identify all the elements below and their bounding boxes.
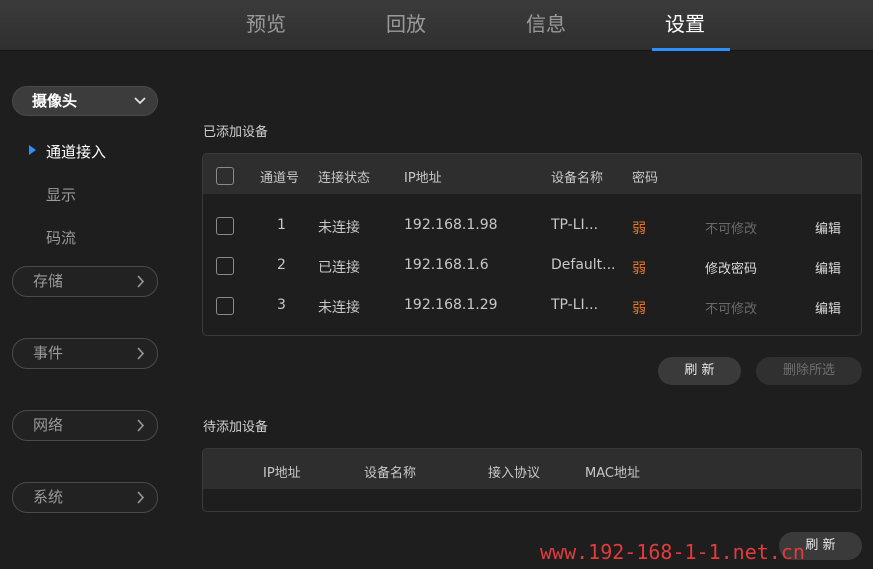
refresh-button[interactable]: 刷 新 [658,357,741,385]
row-ip: 192.168.1.29 [404,297,498,313]
row-channel: 1 [277,217,286,233]
row-checkbox[interactable] [216,217,234,235]
sidebar-item-channel-access[interactable]: 通道接入 [46,141,106,162]
added-devices-table: 通道号 连接状态 IP地址 设备名称 密码 1 未连接 192.168.1.98… [202,153,862,336]
chevron-down-icon [133,87,147,126]
table-row: 3 未连接 192.168.1.29 TP-LI... 弱 不可修改 编辑 [203,286,861,326]
pending-devices-title: 待添加设备 [203,420,269,435]
top-nav: 预览 回放 信息 设置 [0,0,873,51]
chevron-right-icon [135,411,145,451]
row-password-strength: 弱 [632,301,646,317]
sidebar-group-label: 系统 [33,488,64,506]
table-header: IP地址 设备名称 接入协议 MAC地址 [203,449,861,489]
row-channel: 3 [277,297,286,313]
header-mac: MAC地址 [585,466,640,481]
watermark: www.192-168-1-1.net.cn [540,540,805,564]
tab-playback[interactable]: 回放 [361,0,451,51]
row-password-strength: 弱 [632,221,646,237]
header-device-name: 设备名称 [551,171,604,186]
chevron-right-icon [135,339,145,379]
camera-dropdown[interactable]: 摄像头 [12,86,158,116]
table-row: 2 已连接 192.168.1.6 Default... 弱 修改密码 编辑 [203,246,861,286]
row-device-name: TP-LI... [551,217,599,233]
tab-info[interactable]: 信息 [501,0,591,51]
sidebar-group-network[interactable]: 网络 [12,410,158,441]
header-device-name: 设备名称 [364,466,417,481]
row-change-password: 不可修改 [705,222,758,237]
camera-dropdown-label: 摄像头 [32,92,78,110]
row-edit-link[interactable]: 编辑 [815,258,841,277]
row-change-password[interactable]: 修改密码 [705,258,757,277]
sidebar-group-events[interactable]: 事件 [12,338,158,369]
row-ip: 192.168.1.6 [404,257,489,273]
row-change-password: 不可修改 [705,302,758,317]
delete-selected-button[interactable]: 删除所选 [756,357,862,385]
row-status: 未连接 [318,220,360,236]
active-indicator-icon [29,145,36,155]
header-status: 连接状态 [318,171,371,186]
sidebar-group-storage[interactable]: 存储 [12,266,158,297]
row-device-name: TP-LI... [551,297,599,313]
row-checkbox[interactable] [216,257,234,275]
header-password: 密码 [632,171,659,186]
pending-devices-table: IP地址 设备名称 接入协议 MAC地址 [202,448,862,512]
sidebar-item-stream[interactable]: 码流 [46,227,76,248]
row-status: 已连接 [318,260,360,276]
sidebar-group-label: 存储 [33,272,64,290]
chevron-right-icon [135,483,145,523]
tab-settings[interactable]: 设置 [640,0,730,51]
header-protocol: 接入协议 [488,466,541,481]
row-device-name: Default... [551,257,616,273]
row-edit-link[interactable]: 编辑 [815,218,841,237]
header-ip: IP地址 [263,466,301,481]
header-ip: IP地址 [404,171,442,186]
sidebar-item-display[interactable]: 显示 [46,184,76,205]
select-all-checkbox[interactable] [216,167,234,185]
row-ip: 192.168.1.98 [404,217,498,233]
row-channel: 2 [277,257,286,273]
row-status: 未连接 [318,300,360,316]
table-header: 通道号 连接状态 IP地址 设备名称 密码 [203,154,861,194]
row-password-strength: 弱 [632,261,646,277]
tab-preview[interactable]: 预览 [221,0,311,51]
sidebar-group-label: 事件 [33,344,64,362]
row-edit-link[interactable]: 编辑 [815,298,841,317]
header-channel: 通道号 [260,171,300,186]
sidebar-group-system[interactable]: 系统 [12,482,158,513]
sidebar-group-label: 网络 [33,416,64,434]
table-row: 1 未连接 192.168.1.98 TP-LI... 弱 不可修改 编辑 [203,206,861,246]
added-devices-title: 已添加设备 [203,125,269,140]
chevron-right-icon [135,267,145,307]
row-checkbox[interactable] [216,297,234,315]
